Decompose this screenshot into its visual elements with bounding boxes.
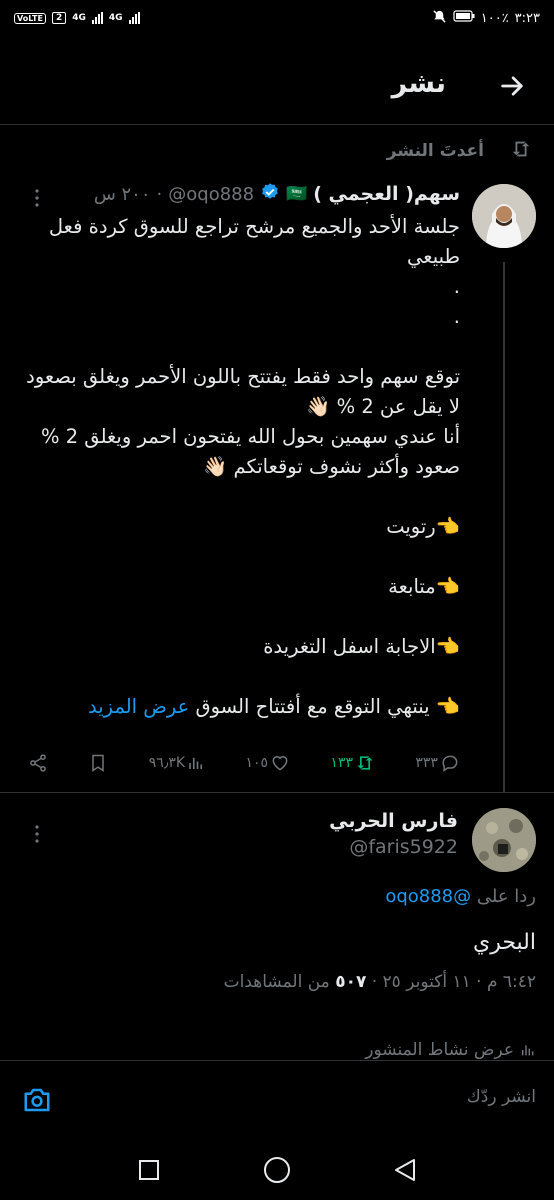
separator-dot: · xyxy=(156,183,163,205)
arrow-right-icon xyxy=(501,76,523,96)
recents-button[interactable] xyxy=(129,1150,169,1190)
like-count: ١٠٥ xyxy=(245,755,269,771)
triangle-back-icon xyxy=(395,1159,415,1181)
reply-text: البحري xyxy=(472,930,536,955)
battery-level: ١٠٠٪ xyxy=(480,10,509,26)
reply-input[interactable] xyxy=(76,1087,536,1107)
status-left: VoLTE 2 4G 4G xyxy=(14,12,140,24)
reply-header: فارس الحربي @faris5922 xyxy=(329,810,458,858)
reply-more-button[interactable] xyxy=(22,822,52,846)
tweet-header: سهم( العجمي ) 🇸🇦 @oqo888 · ٢٠٠ س xyxy=(60,182,460,206)
more-button[interactable] xyxy=(22,186,52,210)
replying-to-mention[interactable]: @oqo888 xyxy=(385,886,471,907)
tweet-time: ٢٠٠ س xyxy=(93,183,151,205)
tweet-actions: ٣٣٣ ١٣٣ ١٠٥ ٩٦٫٣K xyxy=(28,748,460,778)
reply-meta: ٦:٤٢ م · ١١ أكتوبر ٢٥ · ٥٠٧ من المشاهدات xyxy=(224,972,536,992)
repost-indicator: أعدتَ النشر xyxy=(12,138,532,164)
page-title: نشر xyxy=(391,68,446,99)
tweet-line: . xyxy=(453,305,460,328)
more-dots-icon xyxy=(35,825,39,843)
mute-bell-icon xyxy=(432,9,447,28)
author-avatar[interactable] xyxy=(472,184,536,248)
sim-badge: 2 xyxy=(51,12,67,24)
tweet-line: . xyxy=(453,275,460,298)
verified-badge-icon xyxy=(260,182,280,206)
tweet-divider xyxy=(0,792,554,793)
back-button[interactable] xyxy=(492,66,532,106)
tweet-line: توقع سهم واحد فقط يفتتح باللون الأحمر وي… xyxy=(26,365,460,388)
reply-timestamp: ٦:٤٢ م · ١١ أكتوبر ٢٥ · xyxy=(371,972,536,992)
signal-icon xyxy=(91,12,103,24)
views-icon xyxy=(189,757,203,769)
tweet-line: 👈متابعة xyxy=(388,575,460,598)
share-action[interactable] xyxy=(28,753,48,773)
reply-action[interactable]: ٣٣٣ xyxy=(415,753,460,773)
camera-button[interactable] xyxy=(20,1083,54,1117)
repost-count: ١٣٣ xyxy=(330,755,353,771)
tweet-line: 👈الاجابة اسفل التغريدة xyxy=(263,635,460,658)
status-right: ١٠٠٪ ٣:٢٣ xyxy=(432,9,540,28)
signal-2-icon xyxy=(128,12,140,24)
square-icon xyxy=(139,1160,159,1180)
activity-label: عرض نشاط المنشور xyxy=(365,1040,514,1060)
top-header: نشر xyxy=(0,48,554,120)
bookmark-action[interactable] xyxy=(88,753,108,773)
author-name[interactable]: سهم( العجمي ) xyxy=(313,183,460,205)
tweet-text: جلسة الأحد والجميع مرشح تراجع للسوق كردة… xyxy=(24,212,460,722)
reply-author-name[interactable]: فارس الحربي xyxy=(329,810,458,832)
replying-to: ردا على @oqo888 xyxy=(385,886,536,907)
views-action[interactable]: ٩٦٫٣K xyxy=(149,754,205,772)
circle-icon xyxy=(264,1157,290,1183)
reply-views-label: من المشاهدات xyxy=(223,972,330,992)
back-nav-button[interactable] xyxy=(385,1150,425,1190)
reply-count: ٣٣٣ xyxy=(415,755,438,771)
camera-icon xyxy=(24,1088,50,1112)
status-bar: VoLTE 2 4G 4G ١٠٠٪ ٣:٢٣ xyxy=(0,0,554,36)
heart-icon xyxy=(272,756,288,771)
header-divider xyxy=(0,124,554,125)
repost-action[interactable]: ١٣٣ xyxy=(330,753,375,773)
tweet-line-last: 👈 ينتهي التوقع مع أفتتاح السوق xyxy=(195,695,460,718)
tweet-line: 👈رتويت xyxy=(386,515,460,538)
bookmark-icon xyxy=(92,754,105,772)
battery-icon xyxy=(453,10,475,26)
tweet-line: لا يقل عن 2 % 👋🏻 xyxy=(306,395,460,418)
thread-line xyxy=(503,262,505,792)
flag-emoji: 🇸🇦 xyxy=(286,184,308,204)
clock: ٣:٢٣ xyxy=(514,10,540,26)
show-more-link[interactable]: عرض المزيد xyxy=(88,695,189,718)
repost-icon xyxy=(510,138,532,164)
tweet-line: 👈 ينتهي التوقع مع أفتتاح السوق عرض المزي… xyxy=(24,692,460,722)
post-activity-link[interactable]: عرض نشاط المنشور xyxy=(365,1040,536,1060)
reply-composer xyxy=(0,1060,554,1140)
share-icon xyxy=(30,754,46,772)
network-type-1: 4G xyxy=(72,13,86,23)
network-type-2: 4G xyxy=(108,13,123,23)
reply-author-avatar[interactable] xyxy=(472,808,536,872)
reply-author-handle[interactable]: @faris5922 xyxy=(329,836,458,858)
replying-to-prefix: ردا على xyxy=(476,886,536,907)
volte-badge: VoLTE xyxy=(14,12,46,24)
author-handle[interactable]: @oqo888 xyxy=(168,184,254,205)
tweet-line: جلسة الأحد والجميع مرشح تراجع للسوق كردة… xyxy=(48,215,460,268)
views-icon xyxy=(521,1045,534,1056)
more-dots-icon xyxy=(35,189,39,207)
system-nav-bar xyxy=(0,1140,554,1200)
views-count: ٩٦٫٣K xyxy=(148,755,186,771)
reply-views-count: ٥٠٧ xyxy=(335,972,367,992)
repost-label: أعدتَ النشر xyxy=(386,141,484,161)
home-button[interactable] xyxy=(257,1150,297,1190)
tweet-line: أنا عندي سهمين بحول الله يفتحون احمر ويغ… xyxy=(40,425,460,478)
reply-icon xyxy=(442,755,458,772)
repost-icon xyxy=(357,756,373,770)
like-action[interactable]: ١٠٥ xyxy=(245,753,290,773)
